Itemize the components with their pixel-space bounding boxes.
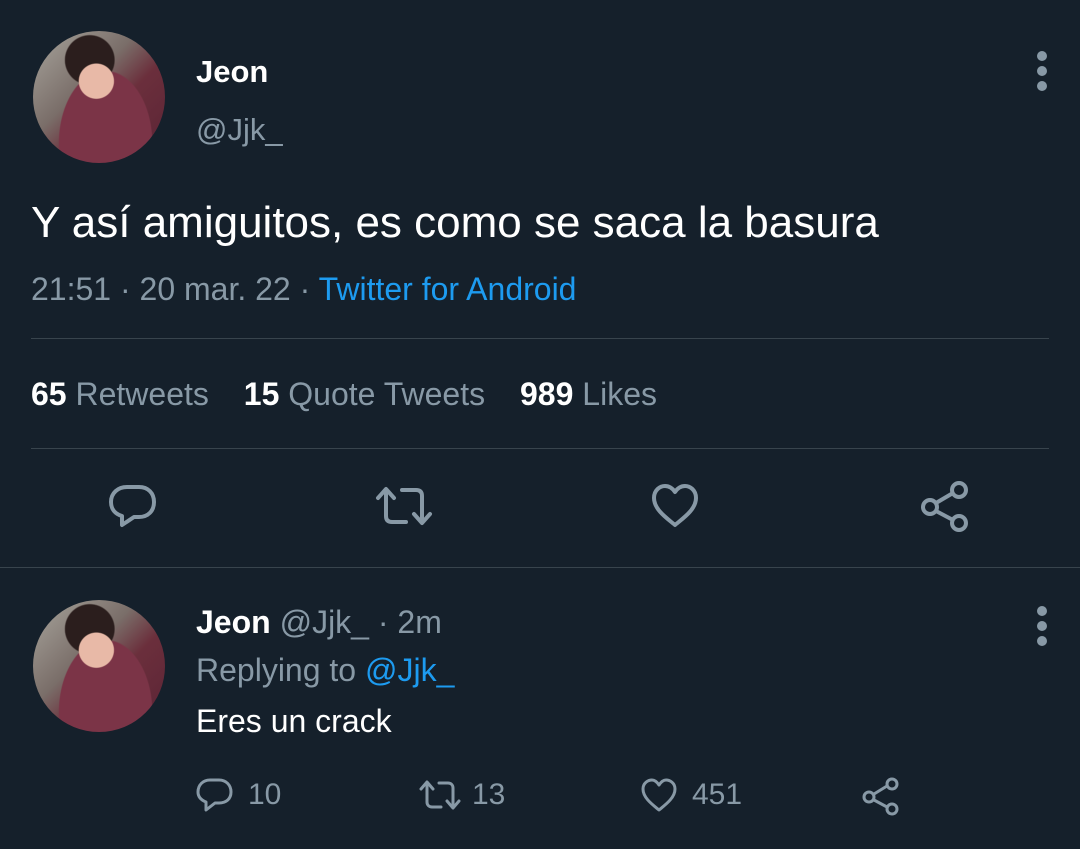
replying-to: Replying to @Jjk_ <box>196 652 454 689</box>
replying-to-label: Replying to <box>196 652 357 688</box>
author-name[interactable]: Jeon <box>196 54 268 90</box>
retweet-icon[interactable] <box>374 482 434 530</box>
retweets-count: 65 <box>31 376 67 412</box>
reply-reply-action[interactable]: 10 <box>196 776 281 814</box>
retweets-stat[interactable]: 65 Retweets <box>31 376 218 412</box>
retweet-count: 13 <box>472 778 506 811</box>
reply-icon[interactable] <box>108 482 158 530</box>
reply-author-name[interactable]: Jeon <box>196 604 271 640</box>
tweet-source-link[interactable]: Twitter for Android <box>319 271 577 307</box>
divider <box>31 338 1049 339</box>
meta-separator: · <box>377 604 389 640</box>
divider <box>0 567 1080 568</box>
reply-author-avatar[interactable] <box>33 600 165 732</box>
reply-more-options-icon[interactable] <box>1030 605 1054 647</box>
author-avatar[interactable] <box>33 31 165 163</box>
reply-retweet-action[interactable]: 13 <box>418 776 505 814</box>
replying-to-handle[interactable]: @Jjk_ <box>365 652 454 688</box>
meta-separator: · <box>299 271 311 307</box>
meta-separator: · <box>119 271 131 307</box>
retweets-label: Retweets <box>75 376 209 412</box>
likes-count: 989 <box>520 376 574 412</box>
reply-like-action[interactable]: 451 <box>640 776 742 814</box>
reply-icon <box>196 777 234 813</box>
quotes-stat[interactable]: 15 Quote Tweets <box>244 376 494 412</box>
quotes-label: Quote Tweets <box>288 376 486 412</box>
more-options-icon[interactable] <box>1030 50 1054 92</box>
like-icon <box>640 777 678 813</box>
tweet-meta: 21:51 · 20 mar. 22 · Twitter for Android <box>31 271 576 308</box>
reply-text: Eres un crack <box>196 703 392 739</box>
share-icon[interactable] <box>918 480 972 532</box>
quotes-count: 15 <box>243 376 280 412</box>
likes-label: Likes <box>582 376 657 412</box>
tweet-text: Y así amiguitos, es como se saca la basu… <box>31 198 879 247</box>
tweet-stats: 65 Retweets 15 Quote Tweets 989 Likes <box>31 376 657 413</box>
reply-count: 10 <box>248 778 282 811</box>
reply-header: Jeon @Jjk_ · 2m <box>196 604 442 641</box>
tweet-time: 21:51 <box>31 271 112 307</box>
like-count: 451 <box>692 778 743 811</box>
like-icon[interactable] <box>650 482 700 530</box>
author-handle[interactable]: @Jjk_ <box>196 112 283 148</box>
retweet-icon <box>418 777 462 813</box>
reply-author-handle[interactable]: @Jjk_ <box>280 604 369 640</box>
reply-share-icon[interactable] <box>860 776 902 816</box>
tweet-date: 20 mar. 22 <box>139 271 291 307</box>
reply-time: 2m <box>397 604 442 640</box>
likes-stat[interactable]: 989 Likes <box>520 376 657 412</box>
divider <box>31 448 1049 449</box>
